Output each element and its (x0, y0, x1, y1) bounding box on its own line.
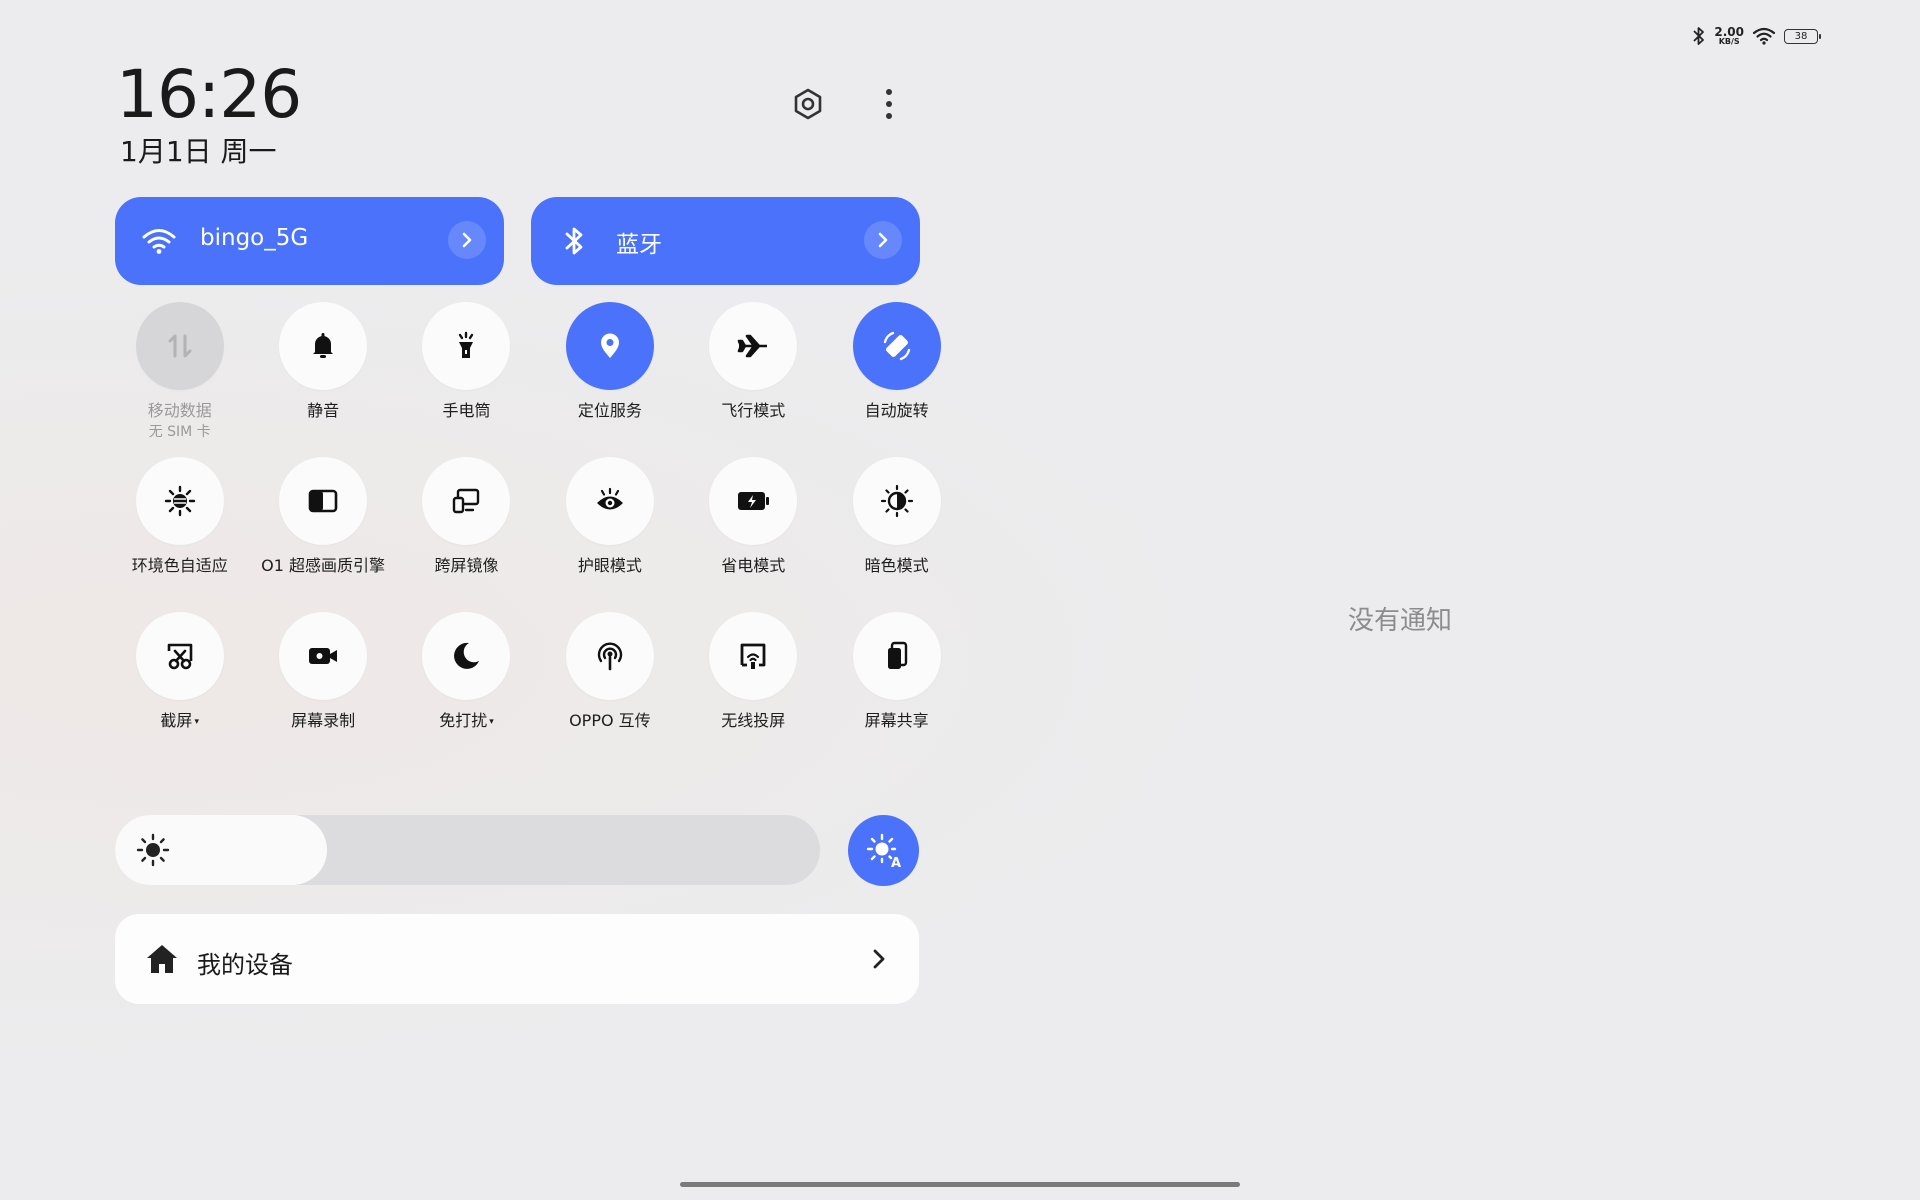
auto-rotate-icon (852, 302, 941, 390)
clock-time: 16:26 (116, 56, 302, 133)
mobile-data-icon (135, 302, 224, 390)
toggle-mobile-data[interactable]: 移动数据 无 SIM 卡 (108, 302, 251, 457)
chevron-right-icon (873, 949, 885, 969)
toggle-dark-mode[interactable]: 暗色模式 (825, 457, 968, 612)
dark-mode-icon (852, 457, 941, 545)
bell-icon (279, 302, 368, 390)
wifi-detail-button[interactable] (448, 221, 486, 259)
sun-icon (136, 833, 170, 867)
toggle-label: 自动旋转 (864, 401, 929, 420)
toggle-label: 跨屏镜像 (434, 556, 499, 575)
toggle-silent[interactable]: 静音 (251, 302, 394, 457)
wifi-status-icon (1752, 27, 1776, 45)
wifi-icon (139, 221, 179, 261)
toggle-label: 静音 (307, 401, 340, 420)
toggle-battery-saver[interactable]: 省电模式 (682, 457, 825, 612)
net-speed: 2.00 KB/S (1714, 26, 1744, 46)
flashlight-icon (422, 302, 511, 390)
share-icon (565, 612, 654, 700)
battery-level: 38 (1794, 30, 1808, 42)
toggle-do-not-disturb[interactable]: 免打扰 ▾ (395, 612, 538, 767)
more-options-button[interactable] (869, 84, 909, 124)
settings-button[interactable] (788, 84, 828, 124)
gear-icon (794, 88, 822, 120)
toggle-label: 免打扰 ▾ (439, 710, 494, 733)
toggle-display-engine[interactable]: O1 超感画质引擎 (251, 457, 394, 612)
empty-notifications-text: 没有通知 (1348, 606, 1453, 636)
toggle-label-text: 免打扰 (439, 711, 488, 730)
display-engine-icon (279, 457, 368, 545)
screen-share-icon (852, 612, 941, 700)
toggle-label: 屏幕共享 (864, 711, 929, 730)
toggle-ambient-color[interactable]: 环境色自适应 (108, 457, 251, 612)
auto-brightness-icon: A (866, 833, 901, 871)
ambient-color-icon (135, 457, 224, 545)
battery-saver-icon (709, 457, 798, 545)
toggle-screenshot[interactable]: 截屏 ▾ (108, 612, 251, 767)
toggle-label: 飞行模式 (721, 401, 786, 420)
moon-icon (422, 612, 511, 700)
airplane-icon (709, 302, 798, 390)
control-center: 2.00 KB/S 38 16:26 1月1日 周一 bingo_5G 蓝牙 移… (0, 0, 1920, 1200)
toggle-label: 省电模式 (721, 556, 786, 575)
my-devices-label: 我的设备 (197, 951, 293, 979)
home-indicator-bar[interactable] (680, 1182, 1240, 1187)
toggle-oppo-share[interactable]: OPPO 互传 (538, 612, 681, 767)
toggle-label: 截屏 ▾ (160, 710, 199, 733)
bluetooth-tile[interactable]: 蓝牙 (531, 197, 920, 285)
dropdown-caret-icon: ▾ (194, 717, 199, 727)
auto-brightness-button[interactable]: A (848, 815, 919, 886)
toggle-label: 屏幕录制 (291, 711, 356, 730)
battery-indicator: 38 (1784, 28, 1821, 44)
home-icon (147, 945, 177, 973)
toggle-airplane[interactable]: 飞行模式 (682, 302, 825, 457)
chevron-right-icon (462, 232, 472, 248)
screenshot-icon (135, 612, 224, 700)
toggle-screen-share[interactable]: 屏幕共享 (825, 612, 968, 767)
screen-mirror-icon (422, 457, 511, 545)
wifi-network-name: bingo_5G (200, 225, 309, 251)
toggle-label: OPPO 互传 (569, 711, 651, 730)
toggle-screen-record[interactable]: 屏幕录制 (251, 612, 394, 767)
bluetooth-label: 蓝牙 (616, 232, 662, 258)
net-speed-unit: KB/S (1718, 37, 1740, 46)
toggle-eye-care[interactable]: 护眼模式 (538, 457, 681, 612)
wifi-tile[interactable]: bingo_5G (115, 197, 504, 285)
toggle-screen-mirror[interactable]: 跨屏镜像 (395, 457, 538, 612)
dropdown-caret-icon: ▾ (489, 717, 494, 727)
toggle-auto-rotate[interactable]: 自动旋转 (825, 302, 968, 457)
my-devices-card[interactable]: 我的设备 (115, 914, 919, 1004)
clock-date: 1月1日 周一 (120, 135, 277, 168)
status-bar: 2.00 KB/S 38 (1692, 24, 1821, 48)
bluetooth-status-icon (1693, 27, 1705, 45)
toggle-sublabel: 无 SIM 卡 (148, 424, 211, 440)
bluetooth-detail-button[interactable] (864, 221, 902, 259)
svg-text:A: A (891, 856, 901, 871)
brightness-slider[interactable] (115, 815, 820, 885)
toggle-label: 定位服务 (577, 401, 642, 420)
eye-icon (565, 457, 654, 545)
chevron-right-icon (878, 232, 888, 248)
toggle-label: O1 超感画质引擎 (261, 556, 386, 575)
toggle-label-text: 截屏 (160, 711, 193, 730)
toggle-flashlight[interactable]: 手电筒 (395, 302, 538, 457)
toggle-location[interactable]: 定位服务 (538, 302, 681, 457)
toggle-wireless-cast[interactable]: 无线投屏 (682, 612, 825, 767)
toggle-label: 无线投屏 (721, 711, 786, 730)
toggle-label: 暗色模式 (864, 556, 929, 575)
screen-record-icon (279, 612, 368, 700)
more-vertical-icon (886, 89, 892, 119)
cast-icon (709, 612, 798, 700)
toggle-label: 环境色自适应 (131, 556, 228, 575)
quick-settings-grid: 移动数据 无 SIM 卡 静音 手电筒 定位服务 飞行模式 自动旋转 环境色自适… (108, 302, 941, 767)
location-icon (565, 302, 654, 390)
toggle-label: 护眼模式 (577, 556, 642, 575)
toggle-label: 手电筒 (442, 401, 491, 420)
toggle-label: 移动数据 (147, 401, 212, 420)
bluetooth-icon (555, 221, 595, 261)
